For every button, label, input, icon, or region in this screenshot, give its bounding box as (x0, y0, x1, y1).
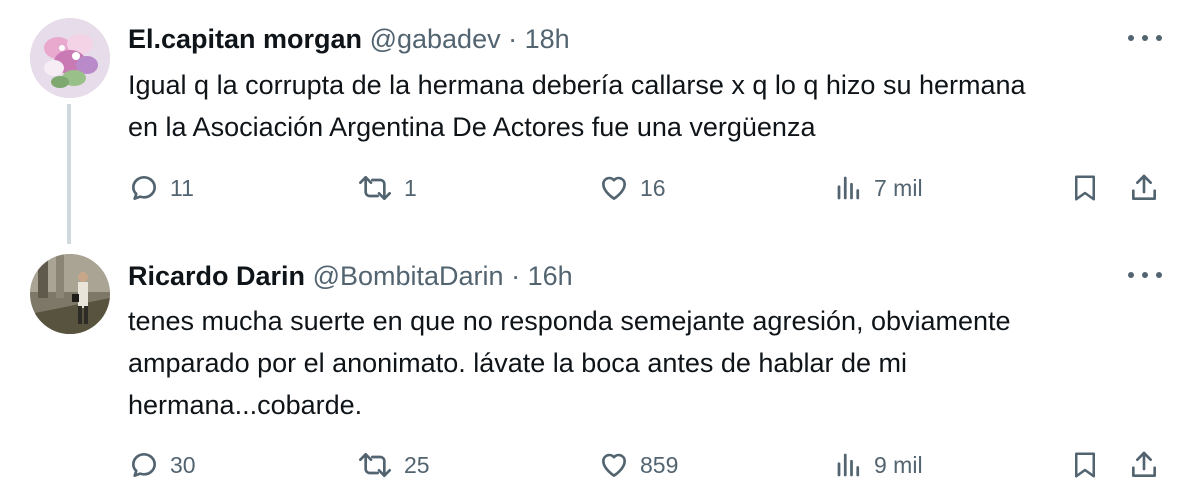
user-handle[interactable]: @BombitaDarin (313, 261, 504, 291)
separator-dot: · (508, 24, 518, 54)
bookmark-icon (1070, 172, 1100, 204)
avatar-bombitadarin[interactable] (30, 254, 110, 334)
user-handle[interactable]: @gabadev (370, 24, 501, 54)
timestamp[interactable]: 18h (525, 24, 570, 54)
like-count: 859 (640, 451, 679, 478)
views-count: 7 mil (874, 174, 923, 201)
thread-connector-line (67, 104, 71, 244)
retweet-button[interactable]: 25 (356, 445, 430, 485)
retweet-icon (356, 449, 394, 481)
more-icon[interactable] (1128, 270, 1162, 280)
like-button[interactable]: 859 (598, 445, 678, 485)
tweet-bombitadarin[interactable]: Ricardo Darin @BombitaDarin · 16h tenes … (0, 240, 1200, 499)
reply-button[interactable]: 30 (128, 445, 196, 485)
tweet-header: Ricardo Darin @BombitaDarin · 16h (128, 259, 573, 293)
tweet-actions: 30 25 859 9 mil (128, 445, 1168, 485)
share-button[interactable] (1128, 168, 1160, 208)
display-name[interactable]: El.capitan morgan (128, 24, 362, 54)
share-icon (1128, 172, 1160, 204)
views-icon (834, 172, 864, 204)
avatar-gabadev[interactable] (30, 18, 110, 98)
reply-count: 30 (170, 451, 196, 478)
tweet-text: Igual q la corrupta de la hermana deberí… (128, 70, 1026, 142)
separator-dot: · (511, 261, 521, 291)
retweet-button[interactable]: 1 (356, 168, 417, 208)
like-count: 16 (640, 174, 666, 201)
reply-count: 11 (170, 174, 194, 201)
heart-icon (598, 172, 630, 204)
bookmark-icon (1070, 449, 1100, 481)
tweet-actions: 11 1 16 7 mil (128, 168, 1168, 208)
share-button[interactable] (1128, 445, 1160, 485)
timestamp[interactable]: 16h (528, 261, 573, 291)
share-icon (1128, 449, 1160, 481)
reply-icon (128, 172, 160, 204)
retweet-icon (356, 172, 394, 204)
heart-icon (598, 449, 630, 481)
retweet-count: 1 (404, 174, 417, 201)
views-button[interactable]: 9 mil (834, 445, 923, 485)
tweet-gabadev[interactable]: El.capitan morgan @gabadev · 18h Igual q… (0, 0, 1200, 244)
retweet-count: 25 (404, 451, 430, 478)
more-icon[interactable] (1128, 33, 1162, 43)
like-button[interactable]: 16 (598, 168, 666, 208)
tweet-header: El.capitan morgan @gabadev · 18h (128, 22, 570, 56)
views-count: 9 mil (874, 451, 923, 478)
bookmark-button[interactable] (1070, 168, 1100, 208)
bookmark-button[interactable] (1070, 445, 1100, 485)
reply-button[interactable]: 11 (128, 168, 194, 208)
display-name[interactable]: Ricardo Darin (128, 261, 305, 291)
tweet-text: tenes mucha suerte en que no responda se… (128, 306, 1011, 420)
views-button[interactable]: 7 mil (834, 168, 923, 208)
views-icon (834, 449, 864, 481)
reply-icon (128, 449, 160, 481)
